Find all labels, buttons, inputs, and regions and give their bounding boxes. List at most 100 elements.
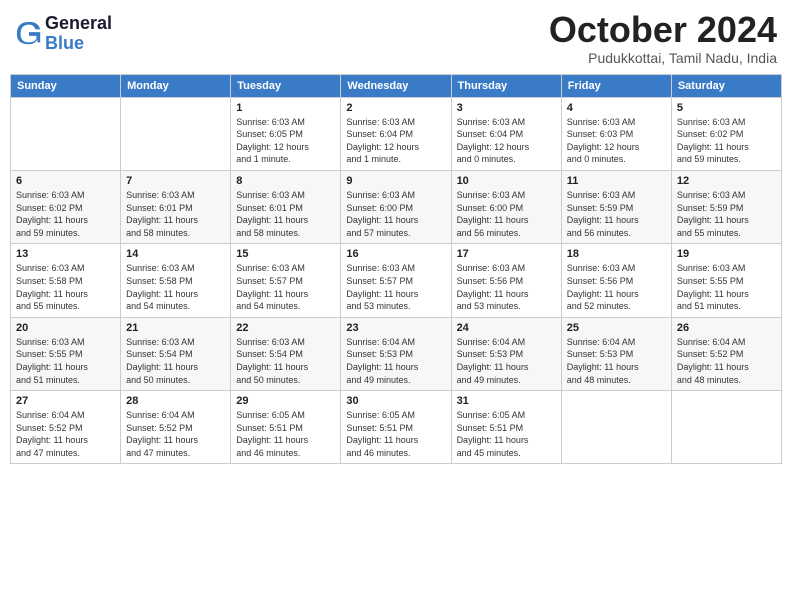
calendar-day-header: Tuesday	[231, 74, 341, 97]
calendar-cell: 6Sunrise: 6:03 AM Sunset: 6:02 PM Daylig…	[11, 170, 121, 243]
calendar-cell: 14Sunrise: 6:03 AM Sunset: 5:58 PM Dayli…	[121, 244, 231, 317]
day-number: 7	[126, 175, 225, 187]
day-info: Sunrise: 6:03 AM Sunset: 5:59 PM Dayligh…	[677, 189, 776, 239]
calendar-cell: 23 Sunrise: 6:04 AM Sunset: 5:53 PM Dayli…	[341, 317, 451, 390]
day-info: Sunrise: 6:03 AM Sunset: 6:04 PM Dayligh…	[346, 116, 445, 166]
logo-icon	[15, 20, 43, 48]
day-number: 18	[567, 248, 666, 260]
day-info: Sunrise: 6:03 AM Sunset: 5:58 PM Dayligh…	[16, 262, 115, 312]
calendar-cell: 15 Sunrise: 6:03 AM Sunset: 5:57 PM Dayli…	[231, 244, 341, 317]
calendar-cell: 20 Sunrise: 6:03 AM Sunset: 5:55 PM Dayli…	[11, 317, 121, 390]
day-info: Sunrise: 6:03 AM Sunset: 5:59 PM Dayligh…	[567, 189, 666, 239]
calendar-cell: 22 Sunrise: 6:03 AM Sunset: 5:54 PM Dayli…	[231, 317, 341, 390]
day-info: Sunrise: 6:03 AM Sunset: 5:58 PM Dayligh…	[126, 262, 225, 312]
day-info: Sunrise: 6:03 AM Sunset: 5:56 PM Dayligh…	[457, 262, 556, 312]
day-info: Sunrise: 6:03 AM Sunset: 6:02 PM Dayligh…	[16, 189, 115, 239]
day-info: Sunrise: 6:05 AM Sunset: 5:51 PM Dayligh…	[457, 409, 556, 459]
logo-line2: Blue	[45, 34, 112, 54]
calendar-cell: 29Sunrise: 6:05 AM Sunset: 5:51 PM Dayli…	[231, 391, 341, 464]
calendar-day-header: Friday	[561, 74, 671, 97]
calendar-cell: 7 Sunrise: 6:03 AM Sunset: 6:01 PM Daylig…	[121, 170, 231, 243]
day-number: 23	[346, 322, 445, 334]
day-number: 31	[457, 395, 556, 407]
calendar-cell: 9 Sunrise: 6:03 AM Sunset: 6:00 PM Daylig…	[341, 170, 451, 243]
logo: General Blue	[15, 14, 112, 54]
day-info: Sunrise: 6:03 AM Sunset: 6:01 PM Dayligh…	[126, 189, 225, 239]
day-info: Sunrise: 6:03 AM Sunset: 5:55 PM Dayligh…	[677, 262, 776, 312]
calendar-week-row: 1 Sunrise: 6:03 AM Sunset: 6:05 PM Daylig…	[11, 97, 782, 170]
day-number: 15	[236, 248, 335, 260]
calendar-cell: 31 Sunrise: 6:05 AM Sunset: 5:51 PM Dayli…	[451, 391, 561, 464]
day-info: Sunrise: 6:05 AM Sunset: 5:51 PM Dayligh…	[236, 409, 335, 459]
day-number: 1	[236, 102, 335, 114]
day-number: 22	[236, 322, 335, 334]
day-info: Sunrise: 6:03 AM Sunset: 5:57 PM Dayligh…	[236, 262, 335, 312]
day-number: 26	[677, 322, 776, 334]
calendar-cell: 21Sunrise: 6:03 AM Sunset: 5:54 PM Dayli…	[121, 317, 231, 390]
day-number: 11	[567, 175, 666, 187]
calendar-cell: 18 Sunrise: 6:03 AM Sunset: 5:56 PM Dayli…	[561, 244, 671, 317]
calendar-cell: 12 Sunrise: 6:03 AM Sunset: 5:59 PM Dayli…	[671, 170, 781, 243]
day-info: Sunrise: 6:03 AM Sunset: 5:54 PM Dayligh…	[126, 336, 225, 386]
day-number: 9	[346, 175, 445, 187]
calendar-cell: 27 Sunrise: 6:04 AM Sunset: 5:52 PM Dayli…	[11, 391, 121, 464]
day-number: 4	[567, 102, 666, 114]
calendar-cell: 30 Sunrise: 6:05 AM Sunset: 5:51 PM Dayli…	[341, 391, 451, 464]
day-number: 13	[16, 248, 115, 260]
calendar-table: SundayMondayTuesdayWednesdayThursdayFrid…	[10, 74, 782, 465]
month-title: October 2024	[549, 10, 777, 50]
calendar-day-header: Sunday	[11, 74, 121, 97]
day-number: 28	[126, 395, 225, 407]
calendar-cell: 19 Sunrise: 6:03 AM Sunset: 5:55 PM Dayli…	[671, 244, 781, 317]
calendar-cell: 11 Sunrise: 6:03 AM Sunset: 5:59 PM Dayli…	[561, 170, 671, 243]
day-number: 5	[677, 102, 776, 114]
calendar-cell	[11, 97, 121, 170]
calendar-header-row: SundayMondayTuesdayWednesdayThursdayFrid…	[11, 74, 782, 97]
calendar-week-row: 13 Sunrise: 6:03 AM Sunset: 5:58 PM Dayli…	[11, 244, 782, 317]
day-info: Sunrise: 6:03 AM Sunset: 5:54 PM Dayligh…	[236, 336, 335, 386]
calendar-day-header: Saturday	[671, 74, 781, 97]
day-info: Sunrise: 6:04 AM Sunset: 5:52 PM Dayligh…	[677, 336, 776, 386]
day-number: 30	[346, 395, 445, 407]
day-number: 3	[457, 102, 556, 114]
day-info: Sunrise: 6:03 AM Sunset: 6:02 PM Dayligh…	[677, 116, 776, 166]
calendar-cell: 26 Sunrise: 6:04 AM Sunset: 5:52 PM Dayli…	[671, 317, 781, 390]
day-number: 17	[457, 248, 556, 260]
day-number: 8	[236, 175, 335, 187]
calendar-cell: 25Sunrise: 6:04 AM Sunset: 5:53 PM Dayli…	[561, 317, 671, 390]
day-info: Sunrise: 6:03 AM Sunset: 6:00 PM Dayligh…	[457, 189, 556, 239]
title-block: October 2024 Pudukkottai, Tamil Nadu, In…	[549, 10, 777, 66]
day-number: 20	[16, 322, 115, 334]
calendar-week-row: 6Sunrise: 6:03 AM Sunset: 6:02 PM Daylig…	[11, 170, 782, 243]
day-info: Sunrise: 6:03 AM Sunset: 6:01 PM Dayligh…	[236, 189, 335, 239]
day-info: Sunrise: 6:03 AM Sunset: 6:05 PM Dayligh…	[236, 116, 335, 166]
page-header: General Blue October 2024 Pudukkottai, T…	[10, 10, 782, 66]
day-number: 10	[457, 175, 556, 187]
day-number: 2	[346, 102, 445, 114]
day-info: Sunrise: 6:03 AM Sunset: 5:56 PM Dayligh…	[567, 262, 666, 312]
location: Pudukkottai, Tamil Nadu, India	[549, 50, 777, 66]
calendar-cell: 10 Sunrise: 6:03 AM Sunset: 6:00 PM Dayli…	[451, 170, 561, 243]
day-info: Sunrise: 6:05 AM Sunset: 5:51 PM Dayligh…	[346, 409, 445, 459]
calendar-cell: 1 Sunrise: 6:03 AM Sunset: 6:05 PM Daylig…	[231, 97, 341, 170]
calendar-day-header: Monday	[121, 74, 231, 97]
day-info: Sunrise: 6:04 AM Sunset: 5:53 PM Dayligh…	[567, 336, 666, 386]
day-info: Sunrise: 6:04 AM Sunset: 5:52 PM Dayligh…	[16, 409, 115, 459]
day-info: Sunrise: 6:03 AM Sunset: 6:04 PM Dayligh…	[457, 116, 556, 166]
day-info: Sunrise: 6:03 AM Sunset: 6:00 PM Dayligh…	[346, 189, 445, 239]
day-number: 27	[16, 395, 115, 407]
day-info: Sunrise: 6:03 AM Sunset: 5:55 PM Dayligh…	[16, 336, 115, 386]
calendar-cell: 2 Sunrise: 6:03 AM Sunset: 6:04 PM Daylig…	[341, 97, 451, 170]
day-number: 19	[677, 248, 776, 260]
calendar-day-header: Thursday	[451, 74, 561, 97]
calendar-cell: 16Sunrise: 6:03 AM Sunset: 5:57 PM Dayli…	[341, 244, 451, 317]
day-number: 16	[346, 248, 445, 260]
day-info: Sunrise: 6:04 AM Sunset: 5:53 PM Dayligh…	[346, 336, 445, 386]
calendar-cell: 28Sunrise: 6:04 AM Sunset: 5:52 PM Dayli…	[121, 391, 231, 464]
day-number: 12	[677, 175, 776, 187]
calendar-cell: 5 Sunrise: 6:03 AM Sunset: 6:02 PM Daylig…	[671, 97, 781, 170]
calendar-cell	[121, 97, 231, 170]
calendar-cell: 8 Sunrise: 6:03 AM Sunset: 6:01 PM Daylig…	[231, 170, 341, 243]
day-number: 24	[457, 322, 556, 334]
calendar-cell: 13 Sunrise: 6:03 AM Sunset: 5:58 PM Dayli…	[11, 244, 121, 317]
